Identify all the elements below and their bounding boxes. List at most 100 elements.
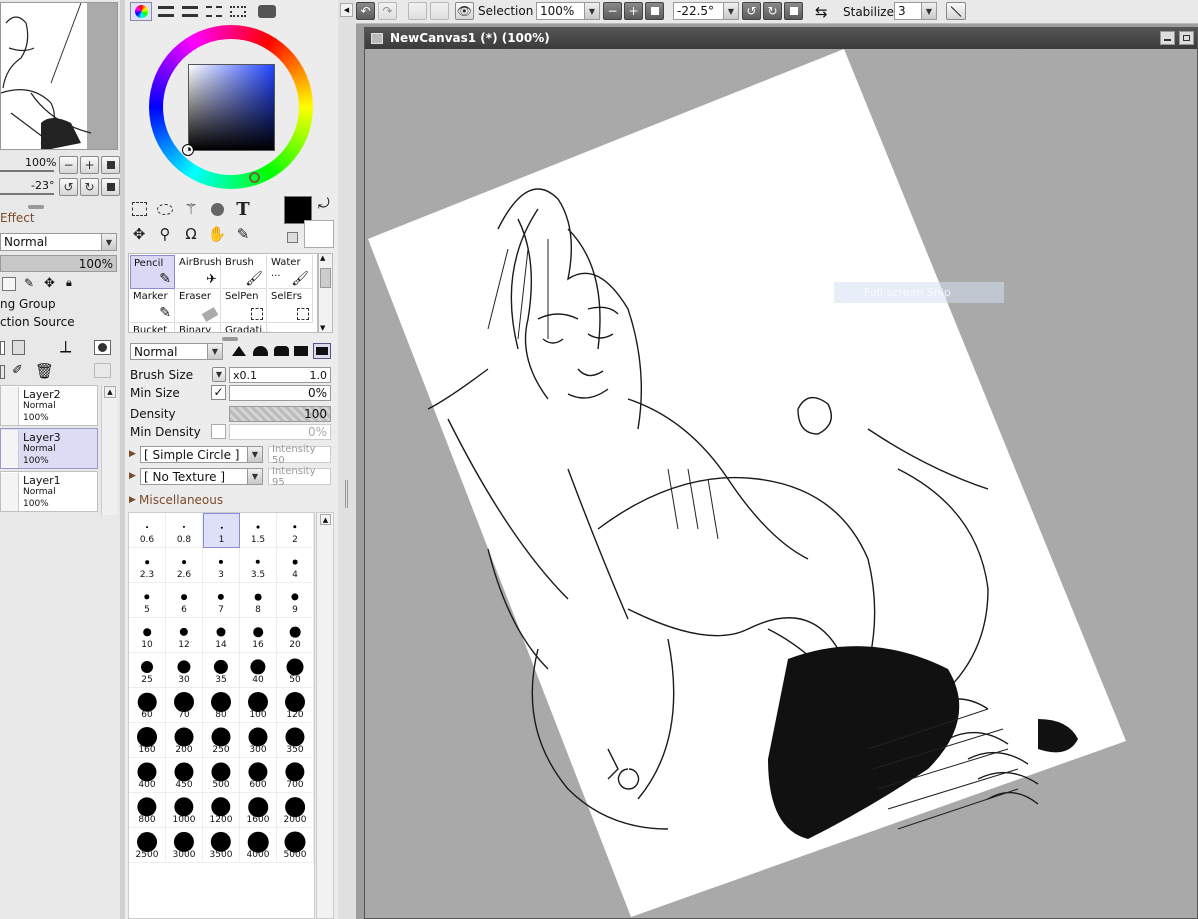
collapse-left-icon[interactable]: ◀ bbox=[340, 3, 353, 17]
brush-pencil[interactable]: Pencil ✎ bbox=[130, 255, 175, 289]
scroll-down-icon[interactable]: ▼ bbox=[320, 324, 325, 332]
brush-size-cell[interactable]: 0.6 bbox=[129, 513, 166, 548]
brush-size-cell[interactable]: 600 bbox=[240, 758, 277, 793]
brush-brush[interactable]: Brush 🖌︎ bbox=[222, 255, 267, 289]
layer-scrollbar[interactable]: ▲ bbox=[101, 385, 117, 515]
brush-binary[interactable]: Binary ... bbox=[176, 323, 221, 332]
scroll-up-icon[interactable]: ▲ bbox=[320, 254, 325, 262]
brush-size-cell[interactable]: 4000 bbox=[240, 828, 277, 863]
brush-size-cell[interactable]: 1000 bbox=[166, 793, 203, 828]
zoom-icon[interactable]: ⚲ bbox=[154, 223, 176, 245]
brush-size-cell[interactable]: 700 bbox=[277, 758, 314, 793]
brush-size-cell[interactable]: 9 bbox=[277, 583, 314, 618]
clipping-group-label[interactable]: ng Group bbox=[0, 297, 56, 311]
brush-size-cell[interactable]: 250 bbox=[203, 723, 240, 758]
move-lock-icon[interactable]: ✥ bbox=[44, 276, 55, 291]
secondary-color-swatch[interactable] bbox=[304, 220, 334, 248]
rotate-right-button[interactable]: ↻ bbox=[80, 178, 99, 196]
canvas-titlebar[interactable]: NewCanvas1 (*) (100%) bbox=[365, 28, 1197, 49]
brush-size-cell[interactable]: 3000 bbox=[166, 828, 203, 863]
edge-soft-icon[interactable] bbox=[232, 346, 246, 356]
scratchpad-tab-icon[interactable] bbox=[230, 6, 246, 17]
min-size-field[interactable]: 0% bbox=[229, 385, 331, 401]
zoom-out-button[interactable]: − bbox=[59, 156, 78, 174]
brush-size-cell[interactable]: 350 bbox=[277, 723, 314, 758]
hand-icon[interactable]: ✋ bbox=[206, 223, 228, 245]
toolbar-rotate-reset-button[interactable] bbox=[784, 2, 803, 20]
brush-water[interactable]: Water ... 🖌︎ bbox=[268, 255, 313, 289]
toolbar-zoom-reset-button[interactable] bbox=[645, 2, 664, 20]
brush-size-cell[interactable]: 12 bbox=[166, 618, 203, 653]
color-wheel-tab-icon[interactable] bbox=[130, 2, 152, 21]
brush-size-cell[interactable]: 3 bbox=[203, 548, 240, 583]
zoom-reset-button[interactable] bbox=[101, 156, 120, 174]
move-icon[interactable]: ✥ bbox=[128, 223, 150, 245]
palette-tab-icon[interactable] bbox=[258, 5, 276, 18]
brush-size-cell[interactable]: 80 bbox=[203, 688, 240, 723]
brush-size-cell[interactable]: 5 bbox=[129, 583, 166, 618]
min-density-checkbox[interactable] bbox=[211, 424, 226, 439]
layer-item[interactable]: Layer1 Normal 100% bbox=[0, 471, 98, 512]
text-tool-icon[interactable]: T bbox=[232, 198, 254, 220]
filter-layer-icon[interactable]: ⟂ bbox=[60, 337, 71, 357]
density-field[interactable]: 100 bbox=[229, 406, 331, 422]
brush-size-cell[interactable]: 1 bbox=[203, 513, 240, 548]
size-grid-scrollbar[interactable]: ▲ bbox=[316, 512, 334, 919]
canvas-viewport[interactable]: Full-screen Snip bbox=[368, 49, 1197, 918]
merge-icon[interactable]: ✐ bbox=[12, 363, 23, 378]
edge-square-icon[interactable] bbox=[294, 346, 308, 356]
toolbar-rotate-left-button[interactable]: ↺ bbox=[742, 2, 761, 20]
brush-size-cell[interactable]: 0.8 bbox=[166, 513, 203, 548]
toolbar-zoom-in-button[interactable]: + bbox=[624, 2, 643, 20]
brush-size-cell[interactable]: 25 bbox=[129, 653, 166, 688]
brush-size-cell[interactable]: 100 bbox=[240, 688, 277, 723]
brush-size-cell[interactable]: 5000 bbox=[277, 828, 314, 863]
padlock-icon[interactable]: 🔒︎ bbox=[66, 276, 72, 290]
brush-size-cell[interactable]: 2500 bbox=[129, 828, 166, 863]
brush-size-cell[interactable]: 800 bbox=[129, 793, 166, 828]
brush-bucket[interactable]: Bucket bbox=[130, 323, 175, 332]
undo-button[interactable]: ↶ bbox=[356, 2, 375, 20]
brush-size-cell[interactable]: 450 bbox=[166, 758, 203, 793]
new-layer-icon[interactable] bbox=[0, 341, 5, 355]
color-wheel[interactable] bbox=[149, 25, 313, 189]
edge-hard-icon[interactable] bbox=[274, 346, 289, 356]
brush-size-cell[interactable]: 70 bbox=[166, 688, 203, 723]
brush-blend-select[interactable]: Normal ▼ bbox=[130, 343, 223, 360]
pencil-lock-icon[interactable]: ✎ bbox=[24, 276, 34, 290]
brush-gradation[interactable]: Gradati... bbox=[222, 323, 272, 332]
brush-selpen[interactable]: SelPen bbox=[222, 289, 267, 323]
rect-select-icon[interactable] bbox=[128, 198, 150, 220]
maximize-icon[interactable] bbox=[1179, 31, 1194, 45]
rgb-slider-tab-icon[interactable] bbox=[158, 6, 174, 17]
transparent-color-icon[interactable] bbox=[287, 232, 298, 243]
new-folder-icon[interactable] bbox=[12, 340, 25, 355]
brush-panel-splitter[interactable] bbox=[222, 337, 238, 341]
brush-size-cell[interactable]: 50 bbox=[277, 653, 314, 688]
rotate-left-button[interactable]: ↺ bbox=[59, 178, 78, 196]
zoom-select[interactable]: 100% ▼ bbox=[536, 2, 600, 20]
minimize-icon[interactable] bbox=[1160, 31, 1175, 45]
divider-grip[interactable] bbox=[345, 480, 348, 508]
brush-marker[interactable]: Marker ✎ bbox=[130, 289, 175, 323]
brush-size-cell[interactable]: 10 bbox=[129, 618, 166, 653]
rotate-icon[interactable]: Ω bbox=[180, 223, 202, 245]
saturation-value-square[interactable] bbox=[188, 64, 275, 151]
brush-size-cell[interactable]: 300 bbox=[240, 723, 277, 758]
scroll-up-icon[interactable]: ▲ bbox=[320, 514, 331, 525]
hsv-slider-tab-icon[interactable] bbox=[182, 6, 198, 17]
nav-zoom-slider[interactable] bbox=[0, 170, 54, 172]
brush-size-cell[interactable]: 500 bbox=[203, 758, 240, 793]
min-size-checkbox[interactable]: ✓ bbox=[211, 385, 226, 400]
brush-size-cell[interactable]: 120 bbox=[277, 688, 314, 723]
layer-blend-select[interactable]: Normal ▼ bbox=[0, 233, 117, 251]
stabilizer-select[interactable]: 3 ▼ bbox=[894, 2, 937, 20]
brush-size-cell[interactable]: 1200 bbox=[203, 793, 240, 828]
brush-size-cell[interactable]: 2.6 bbox=[166, 548, 203, 583]
brush-size-dropdown[interactable]: ▼ bbox=[212, 367, 226, 382]
brush-grid-scrollbar[interactable]: ▲ ▼ bbox=[318, 253, 333, 333]
panel-divider[interactable] bbox=[338, 0, 356, 919]
brush-size-cell[interactable]: 40 bbox=[240, 653, 277, 688]
brush-size-cell[interactable]: 200 bbox=[166, 723, 203, 758]
scroll-up-icon[interactable]: ▲ bbox=[104, 386, 116, 398]
